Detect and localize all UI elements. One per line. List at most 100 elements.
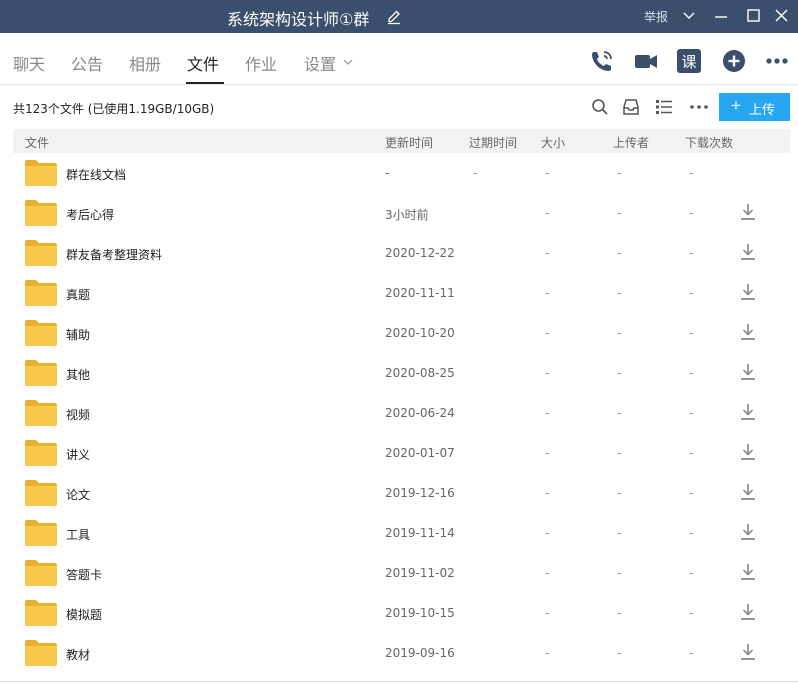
table-row[interactable]: 论文 2019-12-16 - - -: [0, 473, 798, 513]
updated-time: 2019-12-16: [385, 486, 455, 500]
add-icon[interactable]: [721, 48, 747, 74]
uploader: -: [617, 246, 622, 260]
updated-time: 2020-06-24: [385, 406, 455, 420]
updated-time: 2020-11-11: [385, 286, 455, 300]
upload-label: 上传: [749, 102, 776, 117]
table-row[interactable]: 群在线文档 - - - - -: [0, 153, 798, 193]
download-icon[interactable]: [739, 243, 757, 261]
updated-time: 2019-09-16: [385, 646, 455, 660]
table-row[interactable]: 教材 2019-09-16 - - -: [0, 633, 798, 673]
download-count: -: [689, 606, 694, 620]
file-size: -: [545, 166, 550, 180]
updated-time: 3小时前: [385, 208, 429, 222]
table-row[interactable]: 辅助 2020-10-20 - - -: [0, 313, 798, 353]
tab-announcements[interactable]: 公告: [71, 51, 103, 75]
file-name[interactable]: 工具: [66, 526, 90, 543]
file-summary: 共123个文件 (已使用1.19GB/10GB): [13, 102, 215, 116]
list-view-icon[interactable]: [655, 98, 673, 116]
column-file[interactable]: 文件: [25, 134, 49, 151]
download-icon[interactable]: [739, 203, 757, 221]
updated-time: 2019-10-15: [385, 606, 455, 620]
download-icon[interactable]: [739, 403, 757, 421]
file-size: -: [545, 326, 550, 340]
file-name[interactable]: 辅助: [66, 326, 90, 343]
download-icon[interactable]: [739, 443, 757, 461]
search-icon[interactable]: [591, 98, 609, 116]
folder-icon: [25, 560, 57, 586]
column-updated[interactable]: 更新时间: [385, 134, 433, 151]
file-name[interactable]: 真题: [66, 286, 90, 303]
column-size[interactable]: 大小: [541, 134, 565, 151]
upload-button[interactable]: + 上传: [719, 93, 790, 121]
table-row[interactable]: 其他 2020-08-25 - - -: [0, 353, 798, 393]
table-row[interactable]: 考后心得 3小时前 - - -: [0, 193, 798, 233]
table-row[interactable]: 讲义 2020-01-07 - - -: [0, 433, 798, 473]
phone-icon[interactable]: [589, 48, 615, 74]
video-icon[interactable]: [633, 48, 659, 74]
tab-homework[interactable]: 作业: [245, 51, 277, 75]
file-name[interactable]: 模拟题: [66, 606, 102, 623]
download-icon[interactable]: [739, 643, 757, 661]
inbox-icon[interactable]: [622, 98, 640, 116]
tab-album[interactable]: 相册: [129, 51, 161, 75]
maximize-icon[interactable]: [742, 6, 764, 26]
file-name[interactable]: 群在线文档: [66, 166, 126, 183]
uploader: -: [617, 646, 622, 660]
folder-icon: [25, 520, 57, 546]
file-size: -: [545, 286, 550, 300]
tab-settings[interactable]: 设置: [304, 51, 336, 75]
download-icon[interactable]: [739, 603, 757, 621]
uploader: -: [617, 606, 622, 620]
download-count: -: [689, 486, 694, 500]
file-name[interactable]: 讲义: [66, 446, 90, 463]
more-icon[interactable]: [689, 98, 709, 116]
folder-icon: [25, 200, 57, 226]
uploader: -: [617, 566, 622, 580]
file-size: -: [545, 206, 550, 220]
edit-icon[interactable]: [386, 9, 402, 25]
title-bar: 系统架构设计师①群 举报: [0, 0, 798, 33]
folder-icon: [25, 640, 57, 666]
column-downloads[interactable]: 下载次数: [685, 134, 733, 151]
table-row[interactable]: 模拟题 2019-10-15 - - -: [0, 593, 798, 633]
tab-files[interactable]: 文件: [187, 51, 219, 75]
file-name[interactable]: 考后心得: [66, 206, 114, 223]
uploader: -: [617, 366, 622, 380]
minimize-icon[interactable]: [710, 6, 732, 26]
table-row[interactable]: 真题 2020-11-11 - - -: [0, 273, 798, 313]
table-row[interactable]: 群友备考整理资料 2020-12-22 - - -: [0, 233, 798, 273]
column-expires[interactable]: 过期时间: [469, 134, 517, 151]
file-name[interactable]: 其他: [66, 366, 90, 383]
download-icon[interactable]: [739, 363, 757, 381]
chevron-down-icon[interactable]: [343, 58, 353, 66]
download-count: -: [689, 206, 694, 220]
updated-time: 2020-12-22: [385, 246, 455, 260]
close-icon[interactable]: [770, 6, 792, 26]
download-count: -: [689, 566, 694, 580]
course-icon[interactable]: 课: [677, 49, 701, 73]
download-icon[interactable]: [739, 283, 757, 301]
file-name[interactable]: 视频: [66, 406, 90, 423]
file-name[interactable]: 教材: [66, 646, 90, 663]
download-icon[interactable]: [739, 523, 757, 541]
window-title: 系统架构设计师①群: [227, 10, 370, 29]
download-icon[interactable]: [739, 483, 757, 501]
file-name[interactable]: 群友备考整理资料: [66, 246, 162, 263]
folder-icon: [25, 160, 57, 186]
download-icon[interactable]: [739, 563, 757, 581]
download-count: -: [689, 366, 694, 380]
table-row[interactable]: 视频 2020-06-24 - - -: [0, 393, 798, 433]
table-row[interactable]: 工具 2019-11-14 - - -: [0, 513, 798, 553]
expire-time: -: [473, 166, 478, 180]
more-icon[interactable]: [764, 48, 790, 74]
column-uploader[interactable]: 上传者: [613, 134, 649, 151]
tab-chat[interactable]: 聊天: [13, 51, 45, 75]
table-row[interactable]: 答题卡 2019-11-02 - - -: [0, 553, 798, 593]
report-link[interactable]: 举报: [644, 8, 668, 25]
file-name[interactable]: 论文: [66, 486, 90, 503]
download-count: -: [689, 246, 694, 260]
download-icon[interactable]: [739, 323, 757, 341]
chevron-down-icon[interactable]: [678, 6, 700, 26]
file-name[interactable]: 答题卡: [66, 566, 102, 583]
folder-icon: [25, 240, 57, 266]
